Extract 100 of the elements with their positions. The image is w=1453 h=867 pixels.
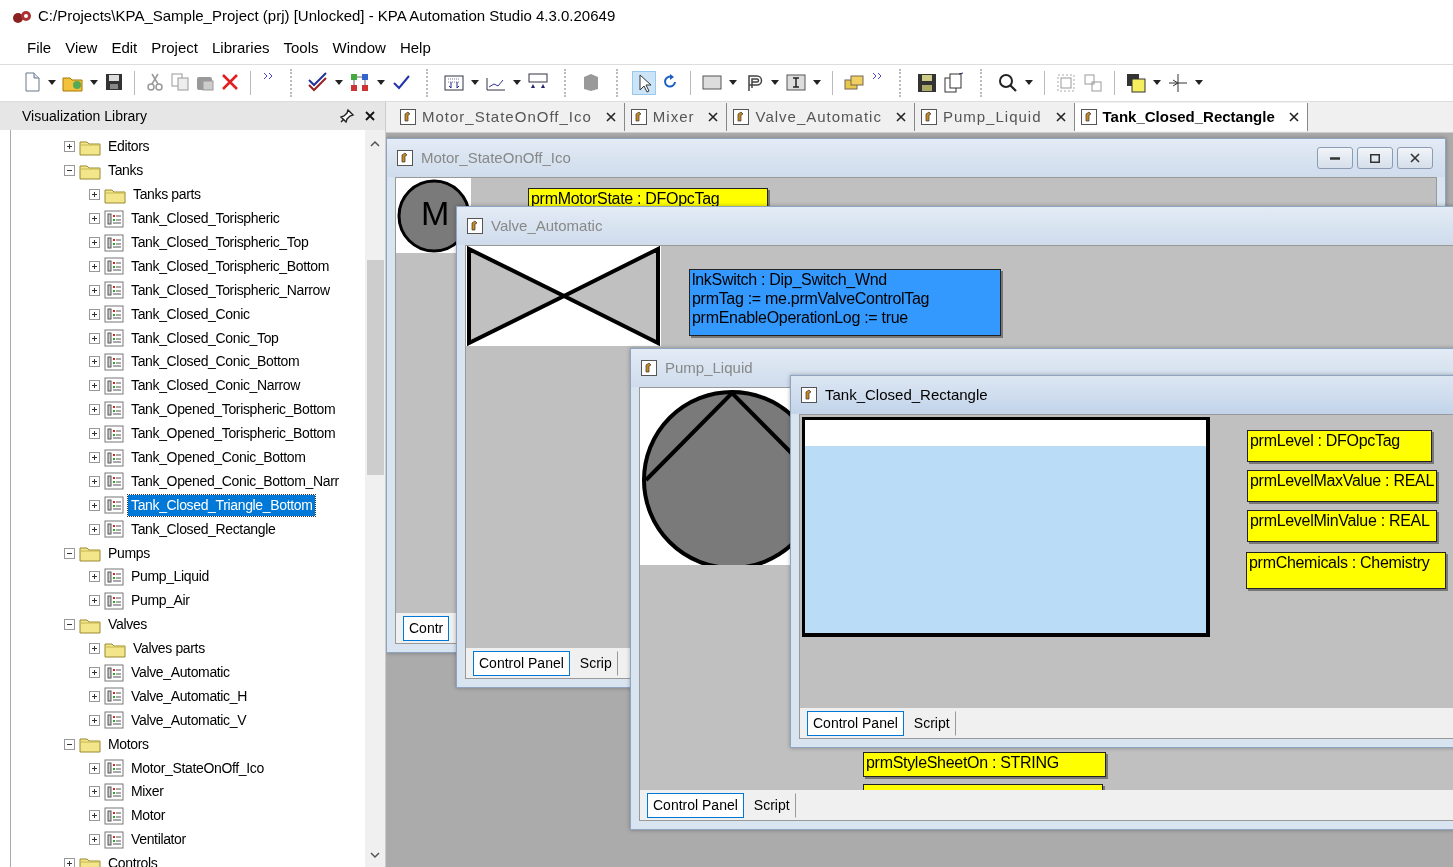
tree-item[interactable]: Valve_Automatic (128, 662, 233, 684)
search-icon[interactable] (997, 72, 1019, 94)
block-icon[interactable] (581, 72, 601, 94)
tree-item[interactable]: Motor (128, 805, 169, 827)
tree-item[interactable]: Tank_Closed_Torispheric (128, 208, 283, 230)
document-tab[interactable]: Tank_Closed_Rectangle (1074, 102, 1308, 132)
tree-item[interactable]: Mixer (128, 781, 167, 803)
close-icon[interactable] (706, 110, 721, 124)
tree-item[interactable]: Editors (105, 136, 153, 158)
tree-item[interactable]: Pumps (105, 542, 153, 564)
expand-icon[interactable] (89, 834, 100, 846)
expand-icon[interactable] (89, 237, 100, 248)
expand-icon[interactable] (89, 189, 100, 201)
tree-item[interactable]: Tank_Closed_Conic_Top (128, 327, 282, 349)
tree-item[interactable]: Motors (105, 733, 152, 755)
menu-item[interactable]: Window (325, 34, 393, 63)
close-icon[interactable] (603, 110, 618, 124)
collapse-icon[interactable] (64, 165, 75, 177)
close-button[interactable] (1397, 147, 1433, 169)
expand-icon[interactable] (64, 858, 75, 867)
tree-item[interactable]: Tank_Closed_Conic_Narrow (128, 375, 304, 397)
close-icon[interactable] (1286, 110, 1301, 124)
scrollbar-thumb[interactable] (366, 260, 384, 475)
document-tab[interactable]: Valve_Automatic (727, 102, 915, 132)
pin-icon[interactable] (339, 108, 355, 124)
collapse-icon[interactable] (64, 547, 75, 559)
tree-item[interactable]: Tank_Opened_Torispheric_Bottom (128, 423, 339, 445)
panel-tab[interactable]: Scrip (573, 650, 618, 676)
expand-icon[interactable] (89, 786, 100, 798)
scroll-down-icon[interactable] (369, 851, 381, 861)
collapse-icon[interactable] (64, 738, 75, 750)
layers-icon[interactable] (1125, 72, 1147, 94)
expand-icon[interactable] (89, 595, 100, 607)
panel-tab[interactable]: Control Panel (647, 792, 744, 818)
tree-item[interactable]: Tank_Closed_Conic (128, 303, 253, 325)
tree-item[interactable]: Tank_Opened_Conic_Bottom_Narr (128, 470, 342, 492)
tree-item[interactable]: Tank_Closed_Rectangle (128, 518, 279, 540)
menu-item[interactable]: View (58, 34, 105, 63)
expand-icon[interactable] (89, 714, 100, 726)
double-check-icon[interactable] (307, 72, 329, 94)
panel-tab[interactable]: Script (747, 792, 796, 818)
tree-item[interactable]: Tank_Opened_Conic_Bottom (128, 447, 309, 468)
expand-icon[interactable] (89, 810, 100, 822)
close-icon[interactable] (1053, 110, 1068, 124)
tree-item[interactable]: Tank_Closed_Triangle_Bottom (128, 494, 316, 516)
menu-item[interactable]: Project (144, 34, 205, 63)
expand-icon[interactable] (89, 380, 100, 392)
tree-item[interactable]: Tanks (105, 160, 146, 182)
expand-icon[interactable] (89, 404, 100, 416)
tree-item[interactable]: Ventilator (128, 829, 189, 851)
expand-icon[interactable] (89, 643, 100, 655)
expand-icon[interactable] (89, 356, 100, 368)
collapse-icon[interactable] (64, 619, 75, 631)
maximize-button[interactable] (1357, 147, 1393, 169)
panel-tab[interactable]: Contr (403, 615, 450, 641)
tree-item[interactable]: Tank_Closed_Torispheric_Narrow (128, 279, 333, 301)
close-icon[interactable] (893, 110, 908, 124)
panel-tab[interactable]: Script (907, 710, 956, 736)
scissors-icon[interactable] (145, 72, 165, 94)
expand-icon[interactable] (89, 499, 100, 511)
expand-icon[interactable] (89, 762, 100, 774)
tree-item[interactable]: Valves (105, 614, 150, 636)
pointer-icon[interactable] (633, 72, 655, 94)
expand-icon[interactable] (89, 571, 100, 583)
tree-item[interactable]: Tanks parts (130, 184, 204, 206)
menu-item[interactable]: File (20, 34, 59, 63)
crosshair-icon[interactable] (1167, 72, 1189, 94)
expand-icon[interactable] (89, 308, 100, 320)
tree-item[interactable]: Tank_Opened_Torispheric_Bottom (128, 399, 339, 421)
document-tab[interactable]: Motor_StateOnOff_Ico (394, 102, 625, 132)
expand-icon[interactable] (89, 428, 100, 440)
expand-icon[interactable] (89, 284, 100, 296)
menu-item[interactable]: Libraries (204, 34, 277, 63)
tree-item[interactable]: Valve_Automatic_V (128, 709, 250, 731)
tree-item[interactable]: Valve_Automatic_H (128, 685, 250, 707)
overflow-icon[interactable] (261, 71, 275, 81)
pages-icon[interactable] (943, 72, 965, 94)
menu-item[interactable]: Tools (276, 34, 326, 63)
panel-tab[interactable]: Control Panel (473, 650, 570, 676)
tree-item[interactable]: Pump_Air (128, 590, 193, 612)
overflow-icon[interactable] (870, 71, 884, 81)
expand-icon[interactable] (89, 475, 100, 487)
expand-icon[interactable] (89, 667, 100, 679)
expand-icon[interactable] (89, 213, 100, 225)
tree-item[interactable]: Tank_Closed_Torispheric_Top (128, 232, 312, 253)
expand-icon[interactable] (89, 332, 100, 344)
tree-item[interactable]: Motor_StateOnOff_Ico (128, 757, 267, 779)
tree-item[interactable]: Tank_Closed_Conic_Bottom (128, 351, 303, 373)
expand-icon[interactable] (89, 523, 100, 535)
menu-item[interactable]: Edit (104, 34, 145, 63)
panel-tab[interactable]: Control Panel (807, 710, 904, 736)
text-box-icon[interactable] (785, 72, 807, 94)
nodes-icon[interactable] (349, 72, 371, 94)
expand-icon[interactable] (64, 141, 75, 153)
menu-item[interactable]: Help (392, 34, 438, 63)
expand-icon[interactable] (89, 452, 100, 463)
tree-item[interactable]: Valves parts (130, 638, 208, 660)
document-tab[interactable]: Pump_Liquid (914, 102, 1075, 132)
expand-icon[interactable] (89, 260, 100, 272)
close-icon[interactable] (363, 109, 377, 123)
